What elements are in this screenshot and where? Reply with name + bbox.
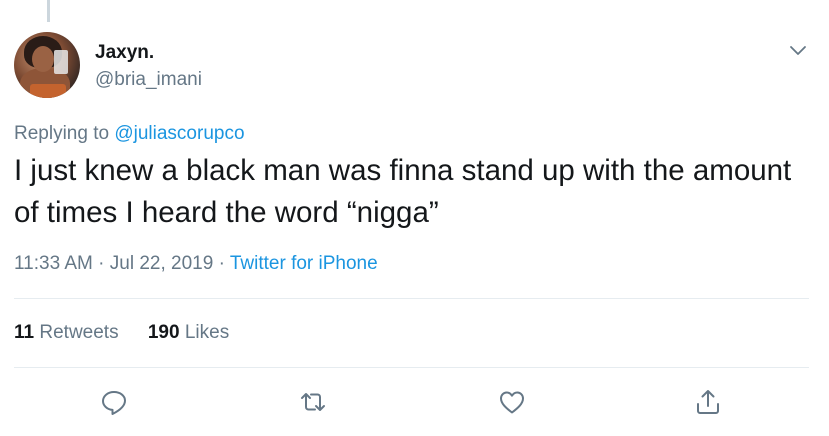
divider [14, 298, 809, 299]
retweets-count: 11 [14, 322, 35, 343]
reply-icon[interactable] [99, 387, 129, 417]
likes-stat[interactable]: 190 Likes [148, 322, 229, 344]
display-name[interactable]: Jaxyn. [95, 42, 154, 64]
replying-to-link[interactable]: @juliascorupco [114, 123, 244, 144]
tweet-date[interactable]: Jul 22, 2019 [110, 253, 214, 274]
tweet-stats: 11 Retweets 190 Likes [14, 322, 253, 344]
chevron-down-icon[interactable] [788, 40, 808, 60]
retweet-icon[interactable] [298, 387, 328, 417]
retweets-stat[interactable]: 11 Retweets [14, 322, 119, 344]
tweet-text: I just knew a black man was finna stand … [14, 154, 792, 229]
meta-separator: · [92, 253, 110, 274]
likes-label: Likes [184, 322, 230, 343]
divider [14, 367, 809, 368]
share-icon[interactable] [693, 387, 723, 417]
heart-icon[interactable] [497, 387, 527, 417]
likes-count: 190 [147, 322, 180, 343]
replying-to-label: Replying to [14, 123, 115, 144]
retweets-label: Retweets [39, 322, 119, 343]
replying-to: Replying to @juliascorupco [14, 123, 245, 145]
user-handle[interactable]: @bria_imani [95, 69, 202, 91]
tweet-time[interactable]: 11:33 AM [14, 253, 93, 274]
tweet-metadata: 11:33 AM · Jul 22, 2019 · Twitter for iP… [14, 253, 378, 275]
tweet-source-link[interactable]: Twitter for iPhone [230, 253, 378, 274]
thread-connector-line [47, 0, 50, 22]
meta-separator: · [213, 253, 230, 274]
avatar[interactable] [14, 32, 80, 98]
